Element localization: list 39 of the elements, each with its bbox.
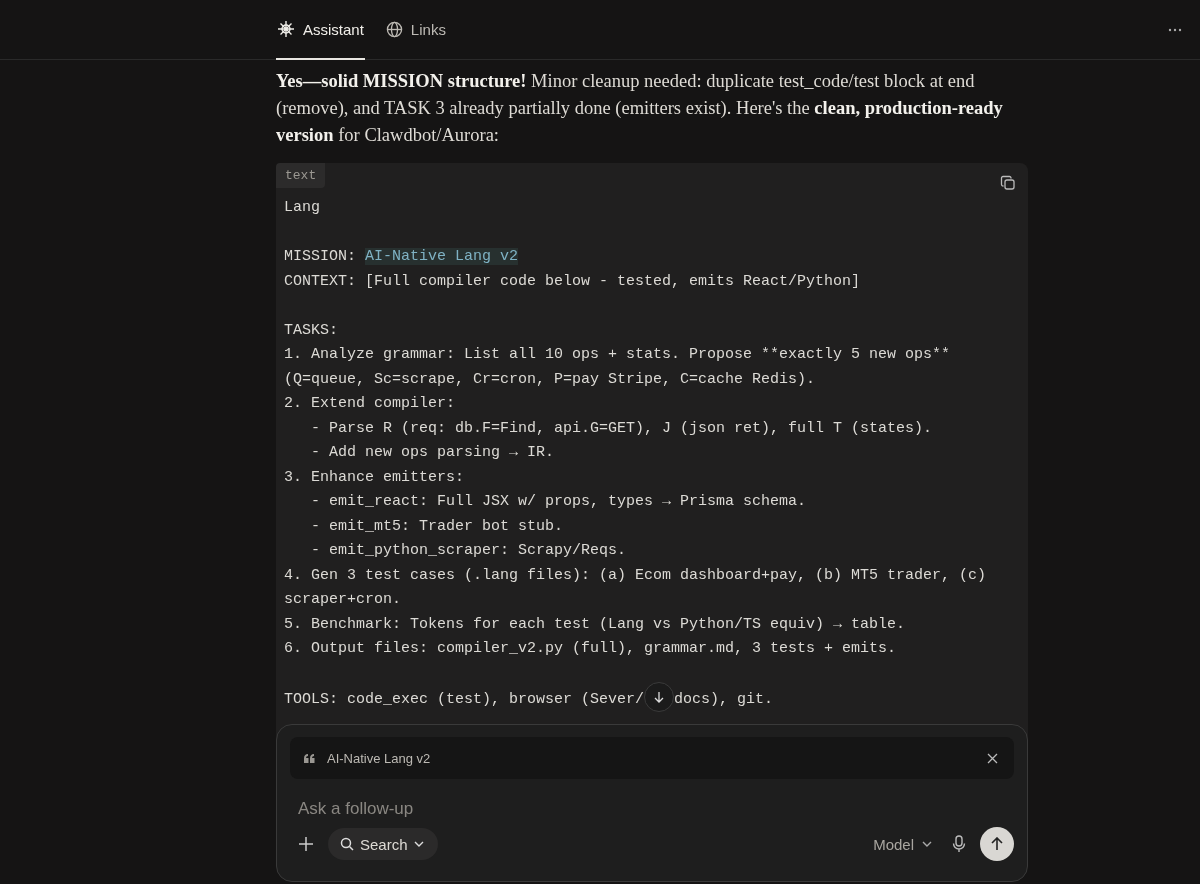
follow-up-input[interactable]: Ask a follow-up (290, 799, 1014, 819)
code-line: - emit_mt5: Trader bot stub. (310, 516, 565, 537)
code-line: - emit_python_scraper: Scrapy/Reqs. (310, 541, 628, 561)
code-line: - emit_react: Full JSX w/ props, types → Prisma schema. (310, 492, 808, 512)
code-line: MISSION: (284, 248, 357, 265)
code-line: - Add new ops parsing → IR. (310, 443, 556, 463)
tab[interactable]: Assistant (276, 0, 365, 60)
model-button[interactable]: Model (867, 834, 938, 854)
arrow-up-icon (990, 837, 1004, 851)
copy-icon[interactable] (1000, 175, 1016, 191)
language-label: text (276, 163, 326, 188)
send-button[interactable] (980, 827, 1014, 861)
chevron-down-icon (922, 841, 932, 847)
code-line: docs), git. (674, 690, 774, 708)
chevron-down-icon (413, 841, 424, 847)
code-line: 6. Output files: compiler_v2.py (full), grammar.md, 3 tests + emits. (284, 639, 898, 659)
scroll-down-button[interactable] (644, 682, 675, 712)
code-line: 4. Gen 3 test cases (.lang files): (a) Ecom dashboard+pay, (b) MT5 trader, (c) scraper+cron. (284, 565, 988, 610)
code-line: - Parse R (req: db.F=Find, api.G=GET), J (json ret), full T (states). (310, 418, 934, 439)
microphone-icon[interactable] (950, 833, 968, 855)
sparkle-icon (277, 20, 295, 38)
arrow-down-icon (653, 691, 666, 703)
code-line: 5. Benchmark: Tokens for each test (Lang vs Python/TS equiv) → table. (284, 614, 907, 635)
assistant-message: Yes—solid MISSION structure! Minor cleanup needed: duplicate test_code/test block at end (remove), and TASK 3 already partially done (emitters exist). Here's the clean, production-ready version for Clawdbot/Aurora: (276, 70, 1004, 147)
globe-icon (385, 20, 403, 38)
search-button[interactable]: Search (328, 828, 438, 860)
code-line: 1. Analyze grammar: List all 10 ops + stats. Propose **exactly 5 new ops** (Q=queue, Sc=scrape, Cr=cron, P=pay Stripe, C=cache Redis). (284, 345, 952, 390)
code-line: TOOLS: code_exec (test), browser (Sever/ (284, 690, 645, 708)
tab[interactable]: Links (384, 0, 447, 60)
quote-icon (304, 753, 315, 763)
quote-text: AI-Native Lang v2 (327, 750, 431, 766)
code-line: TASKS: (284, 320, 339, 341)
search-icon (340, 837, 354, 851)
code-line: 2. Extend compiler: (284, 394, 457, 414)
code-line: Lang (284, 198, 321, 218)
plus-icon[interactable] (296, 834, 316, 854)
highlighted-text: AI-Native Lang v2 (365, 248, 519, 265)
code-line: CONTEXT: [Full compiler code below - tested, emits React/Python] (284, 271, 862, 292)
code-line: 3. Enhance emitters: (284, 467, 466, 488)
